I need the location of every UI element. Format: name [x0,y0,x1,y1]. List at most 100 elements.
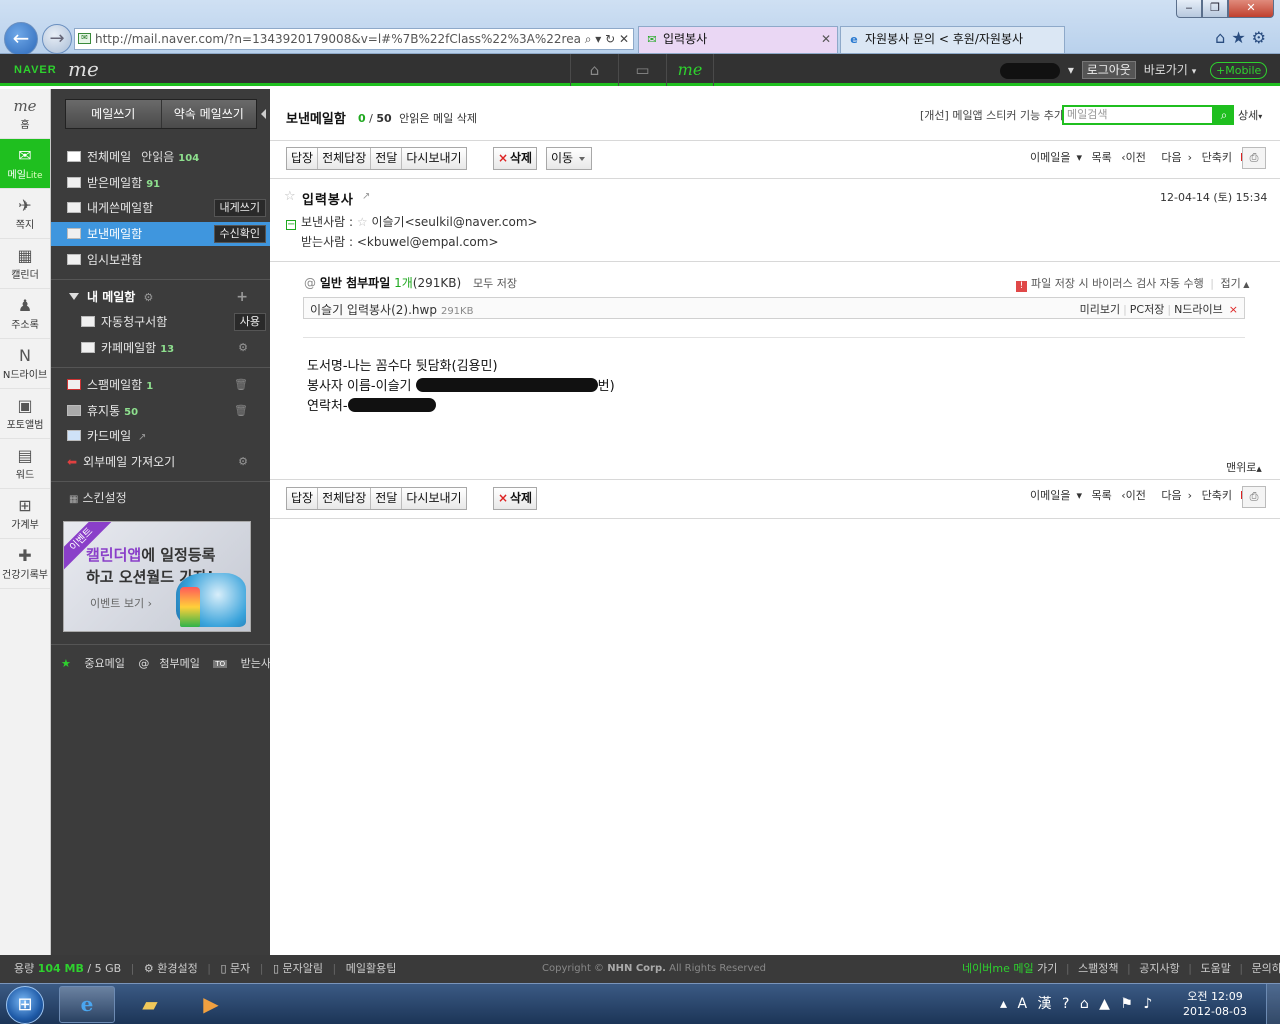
collapse-header-icon[interactable]: − [286,220,296,230]
help-link[interactable]: 도움말 [1200,962,1230,975]
sidebar-collapse-icon[interactable] [261,109,266,119]
address-tools[interactable]: ⌕ ▾ ↻ ✕ [580,29,629,49]
tab-close-icon[interactable]: ✕ [821,27,831,52]
fold-link[interactable]: 접기 ▲ [1221,277,1250,290]
delete-unread-link[interactable]: 안읽은 메일 삭제 [399,112,477,125]
delete-button[interactable]: 삭제 [493,487,538,510]
filter-important[interactable]: ★ 중요메일 [61,657,125,670]
folder-auto-bill[interactable]: 자동청구서함 사용 [51,310,270,334]
resend-button[interactable]: 다시보내기 [401,488,465,509]
prev-link[interactable]: ‹이전 [1121,489,1152,502]
folder-spam[interactable]: 스팸메일함 1 🗑 [51,373,270,397]
rail-item-health[interactable]: ✚ 건강기록부 [0,539,50,589]
gear-icon[interactable]: ⚙ [144,291,154,304]
email-menu[interactable]: 이메일을 ▾ [1030,489,1082,502]
sms-alert-link[interactable]: ▯ 문자알림 [273,962,323,975]
folder-to-me[interactable]: 내게쓴메일함 내게쓰기 [51,196,270,220]
naver-logo[interactable]: NAVER [14,64,57,76]
resend-button[interactable]: 다시보내기 [401,148,465,169]
trash-icon[interactable]: 🗑 [234,399,248,423]
notice-link[interactable]: 공지사항 [1139,962,1179,975]
folder-all-mail[interactable]: 전체메일 안읽음 104 [51,145,270,169]
folder-trash[interactable]: 휴지통 50 🗑 [51,399,270,423]
add-folder-icon[interactable]: + [236,285,248,309]
reply-all-button[interactable]: 전체답장 [317,148,370,169]
list-link[interactable]: 목록 [1092,151,1112,164]
back-to-top-link[interactable]: 맨위로▲ [1226,459,1262,475]
ndrive-save-link[interactable]: N드라이브 [1174,303,1223,316]
list-link[interactable]: 목록 [1092,489,1112,502]
window-service-icon[interactable]: ▭ [618,54,666,86]
folder-cafe[interactable]: 카페메일함 13 ⚙ [51,336,270,360]
contact-link[interactable]: 문의하기 [1252,962,1280,975]
recipient-address[interactable]: <kbuwel@empal.com> [357,235,499,249]
auto-bill-use-button[interactable]: 사용 [233,313,266,331]
reply-button[interactable]: 답장 [287,488,317,509]
pc-save-link[interactable]: PC저장 [1130,303,1165,316]
file-explorer-taskbar-icon[interactable]: ▰ [122,986,178,1023]
write-to-me-button[interactable]: 내게쓰기 [213,199,266,217]
read-receipt-button[interactable]: 수신확인 [213,225,266,243]
my-mailbox-header[interactable]: 내 메일함 ⚙ + [51,285,270,309]
gear-icon[interactable]: ⚙ [238,450,248,474]
favorites-star-icon[interactable]: ★ [1231,28,1251,47]
tab-input-volunteer[interactable]: ✉ 입력봉사 ✕ [638,26,838,53]
sms-link[interactable]: ▯ 문자 [220,962,250,975]
attachment-file[interactable]: 이슬기 입력봉사(2).hwp 291KB [310,301,473,318]
forward-button[interactable]: → [42,24,72,54]
print-icon[interactable]: ⎙ [1242,486,1266,508]
show-desktop-button[interactable] [1266,984,1280,1024]
rail-item-word[interactable]: ▤ 워드 [0,439,50,489]
folder-sent[interactable]: 보낸메일함 수신확인 [51,222,270,246]
notice-link[interactable]: [개선] 메일앱 스티커 기능 추가 [920,107,1064,123]
rail-item-home[interactable]: me 홈 [0,89,50,139]
browser-tool-icons[interactable]: ⌂★⚙ [1215,28,1272,47]
mobile-button[interactable]: +Mobile [1210,62,1268,79]
chevron-down-icon[interactable]: ▾ [1068,63,1074,77]
move-dropdown[interactable]: 이동 [546,147,593,170]
next-link[interactable]: 다음 › [1161,151,1192,164]
close-window-button[interactable]: ✕ [1228,0,1274,18]
folder-drafts[interactable]: 임시보관함 [51,248,270,272]
rail-item-ndrive[interactable]: N N드라이브 [0,339,50,389]
maximize-button[interactable]: ❐ [1202,0,1228,18]
tab-volunteer-inquiry[interactable]: e 자원봉사 문의 < 후원/자원봉사 [840,26,1065,53]
remove-attachment-icon[interactable]: × [1229,303,1238,316]
search-icon[interactable]: ⌕ [1214,105,1234,125]
minimize-button[interactable]: ‒ [1176,0,1202,18]
user-name-redacted[interactable] [1000,62,1060,79]
forward-button[interactable]: 전달 [370,148,401,169]
internet-explorer-taskbar-icon[interactable]: e [59,986,115,1023]
gear-icon[interactable]: ⚙ [1252,28,1272,47]
rail-item-calendar[interactable]: ▦ 캘린더 [0,239,50,289]
star-icon[interactable]: ☆ [357,215,368,229]
sender-address[interactable]: 이슬기<seulkil@naver.com> [371,215,537,229]
naver-me-mail-link[interactable]: 네이버me 메일 가기 [962,962,1057,975]
reply-all-button[interactable]: 전체답장 [317,488,370,509]
search-input[interactable]: 메일검색 [1062,105,1214,125]
reply-button[interactable]: 답장 [287,148,317,169]
rail-item-ledger[interactable]: ⊞ 가계부 [0,489,50,539]
address-bar[interactable]: ✉ http://mail.naver.com/?n=1343920179008… [74,28,634,50]
trash-icon[interactable]: 🗑 [234,373,248,397]
unread-label[interactable]: 안읽음 [141,150,174,164]
forward-button[interactable]: 전달 [370,488,401,509]
prev-link[interactable]: ‹이전 [1121,151,1152,164]
spam-policy-link[interactable]: 스팸정책 [1078,962,1118,975]
detail-search-link[interactable]: 상세▾ [1238,107,1262,123]
compose-button[interactable]: 메일쓰기 [66,100,161,128]
gear-icon[interactable]: ⚙ [238,336,248,360]
rail-item-contacts[interactable]: ♟ 주소록 [0,289,50,339]
delete-button[interactable]: 삭제 [493,147,538,170]
star-icon[interactable]: ☆ [284,189,296,204]
folder-inbox[interactable]: 받은메일함 91 [51,171,270,195]
banner-link[interactable]: 이벤트 보기 › [90,595,152,611]
open-new-window-icon[interactable]: ↗ [362,191,370,202]
settings-link[interactable]: ⚙ 환경설정 [144,962,198,975]
home-icon[interactable]: ⌂ [1215,28,1231,47]
home-service-icon[interactable]: ⌂ [570,54,618,86]
skin-settings[interactable]: ▦ 스킨설정 [69,489,127,506]
compose-promise-button[interactable]: 약속 메일쓰기 [160,100,257,128]
system-tray-icons[interactable]: ▴ A 漢 ? ⌂ ▲ ⚑ ♪ [1000,984,1155,1024]
folder-external-import[interactable]: ⬅ 외부메일 가져오기 ⚙ [51,450,270,474]
